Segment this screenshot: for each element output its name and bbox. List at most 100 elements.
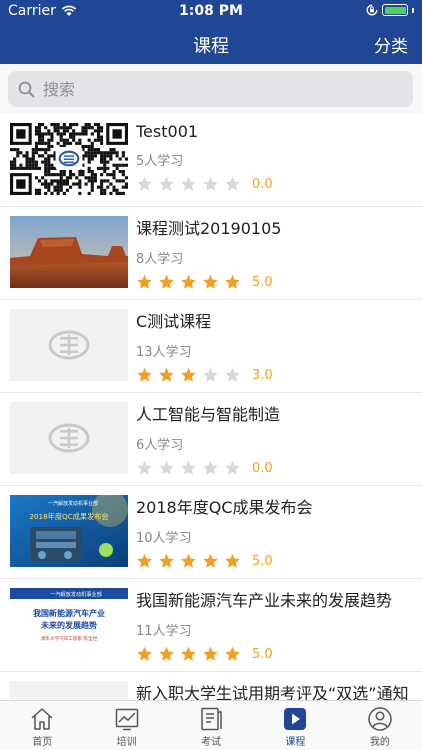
nav-bar: 课程 分类 [0, 22, 422, 64]
rating-score: 0.0 [252, 176, 273, 192]
course-info: Test001 5人学习 0.0 [136, 122, 414, 192]
course-title: 新入职大学生试用期考评及“双选”通知 [136, 684, 409, 700]
star-icon [181, 646, 196, 661]
star-icon [181, 274, 196, 289]
course-title: 课程测试20190105 [136, 219, 282, 238]
course-thumbnail[interactable] [10, 681, 128, 700]
chart-icon [115, 708, 138, 731]
learner-count: 11人学习 [136, 624, 192, 639]
tab-exam[interactable]: 考试 [169, 701, 253, 750]
course-item[interactable]: 课程测试20190105 8人学习 5.0 [0, 207, 422, 300]
tab-profile[interactable]: 我的 [338, 701, 422, 750]
star-icon [203, 460, 218, 475]
clock: 1:08 PM [179, 3, 243, 19]
course-item[interactable]: 新入职大学生试用期考评及“双选”通知 [0, 672, 422, 700]
star-rating: 5.0 [136, 646, 414, 662]
course-item[interactable]: 人工智能与智能制造 6人学习 0.0 [0, 393, 422, 486]
course-info: 课程测试20190105 8人学习 5.0 [136, 215, 414, 290]
star-icon [181, 176, 196, 191]
brand-logo-icon [48, 423, 90, 453]
star-icon [225, 367, 240, 382]
conference-banner-image: 一汽解放发动机事业部 2018年度QC成果发布会 [10, 495, 128, 567]
search-input[interactable] [43, 79, 383, 99]
battery-icon [382, 4, 408, 16]
tab-exam-label: 考试 [201, 737, 222, 748]
star-icon [159, 646, 174, 661]
star-rating: 3.0 [136, 367, 414, 383]
star-icon [225, 274, 240, 289]
course-thumbnail[interactable] [10, 216, 128, 288]
tab-courses[interactable]: 课程 [253, 701, 337, 750]
tab-training[interactable]: 培训 [84, 701, 168, 750]
star-icon [137, 176, 152, 191]
course-item[interactable]: C测试课程 13人学习 3.0 [0, 300, 422, 393]
learner-count: 10人学习 [136, 531, 192, 546]
course-item[interactable]: 一汽解放发动机事业部我国新能源汽车产业 未来的发展趋势 清华大学汽车工程系 陈全世我… [0, 579, 422, 672]
header: Carrier 1:08 PM 课程 分类 [0, 0, 422, 64]
course-item[interactable]: 一汽解放发动机事业部 2018年度QC成果发布会 2018年度QC成果发布会 10人学… [0, 486, 422, 579]
category-button[interactable]: 分类 [374, 32, 408, 57]
star-icon [203, 646, 218, 661]
lock-rotation-icon [366, 4, 378, 16]
rating-score: 5.0 [252, 553, 273, 569]
play-icon [284, 708, 307, 730]
profile-icon [368, 707, 392, 731]
rating-score: 5.0 [252, 646, 273, 662]
search-icon [18, 81, 35, 97]
course-item[interactable]: Test001 5人学习 0.0 [0, 114, 422, 207]
learner-count: 6人学习 [136, 438, 184, 453]
svg-text:清华大学汽车工程系 陈全世: 清华大学汽车工程系 陈全世 [41, 635, 98, 642]
tab-training-label: 培训 [116, 737, 137, 748]
star-icon [225, 460, 240, 475]
learner-count: 5人学习 [136, 154, 184, 169]
course-thumbnail[interactable] [10, 123, 128, 195]
star-icon [181, 460, 196, 475]
course-info: C测试课程 13人学习 3.0 [136, 308, 414, 383]
star-icon [181, 367, 196, 382]
home-icon [31, 708, 53, 730]
star-icon [225, 176, 240, 191]
rating-score: 0.0 [252, 460, 273, 476]
svg-text:一汽解放发动机事业部: 一汽解放发动机事业部 [50, 590, 102, 598]
svg-text:未来的发展趋势: 未来的发展趋势 [40, 620, 97, 630]
tab-courses-label: 课程 [285, 737, 306, 748]
course-info: 人工智能与智能制造 6人学习 0.0 [136, 401, 414, 476]
star-rating: 0.0 [136, 176, 414, 192]
course-title: 2018年度QC成果发布会 [136, 498, 313, 517]
course-title: 人工智能与智能制造 [136, 405, 281, 424]
star-icon [203, 553, 218, 568]
search-bar [0, 64, 422, 114]
search-box[interactable] [8, 71, 413, 107]
star-icon [203, 274, 218, 289]
tab-home-label: 首页 [32, 737, 53, 748]
star-icon [203, 176, 218, 191]
star-rating: 5.0 [136, 553, 414, 569]
course-list[interactable]: Test001 5人学习 0.0 课程测试20190105 8人学习 5.0 C测试课程 13… [0, 114, 422, 700]
rating-score: 5.0 [252, 274, 273, 290]
star-icon [137, 460, 152, 475]
star-icon [203, 367, 218, 382]
star-icon [159, 367, 174, 382]
course-thumbnail[interactable]: 一汽解放发动机事业部我国新能源汽车产业 未来的发展趋势 清华大学汽车工程系 陈全世 [10, 588, 128, 660]
placeholder-thumb [10, 402, 128, 474]
rating-score: 3.0 [252, 367, 273, 383]
svg-text:2018年度QC成果发布会: 2018年度QC成果发布会 [29, 512, 108, 521]
course-thumbnail[interactable] [10, 402, 128, 474]
placeholder-thumb [10, 309, 128, 381]
star-icon [137, 274, 152, 289]
learner-count: 13人学习 [136, 345, 192, 360]
battery [366, 4, 414, 16]
qr-code-image [10, 123, 128, 195]
course-info: 2018年度QC成果发布会 10人学习 5.0 [136, 494, 414, 569]
star-icon [159, 274, 174, 289]
star-rating: 5.0 [136, 274, 414, 290]
svg-text:一汽解放发动机事业部: 一汽解放发动机事业部 [48, 500, 98, 507]
placeholder-thumb [10, 681, 128, 700]
tab-home[interactable]: 首页 [0, 701, 84, 750]
desert-landscape-image [10, 216, 128, 288]
course-thumbnail[interactable] [10, 309, 128, 381]
star-rating: 0.0 [136, 460, 414, 476]
svg-text:我国新能源汽车产业: 我国新能源汽车产业 [33, 608, 105, 618]
course-thumbnail[interactable]: 一汽解放发动机事业部 2018年度QC成果发布会 [10, 495, 128, 567]
star-icon [137, 367, 152, 382]
